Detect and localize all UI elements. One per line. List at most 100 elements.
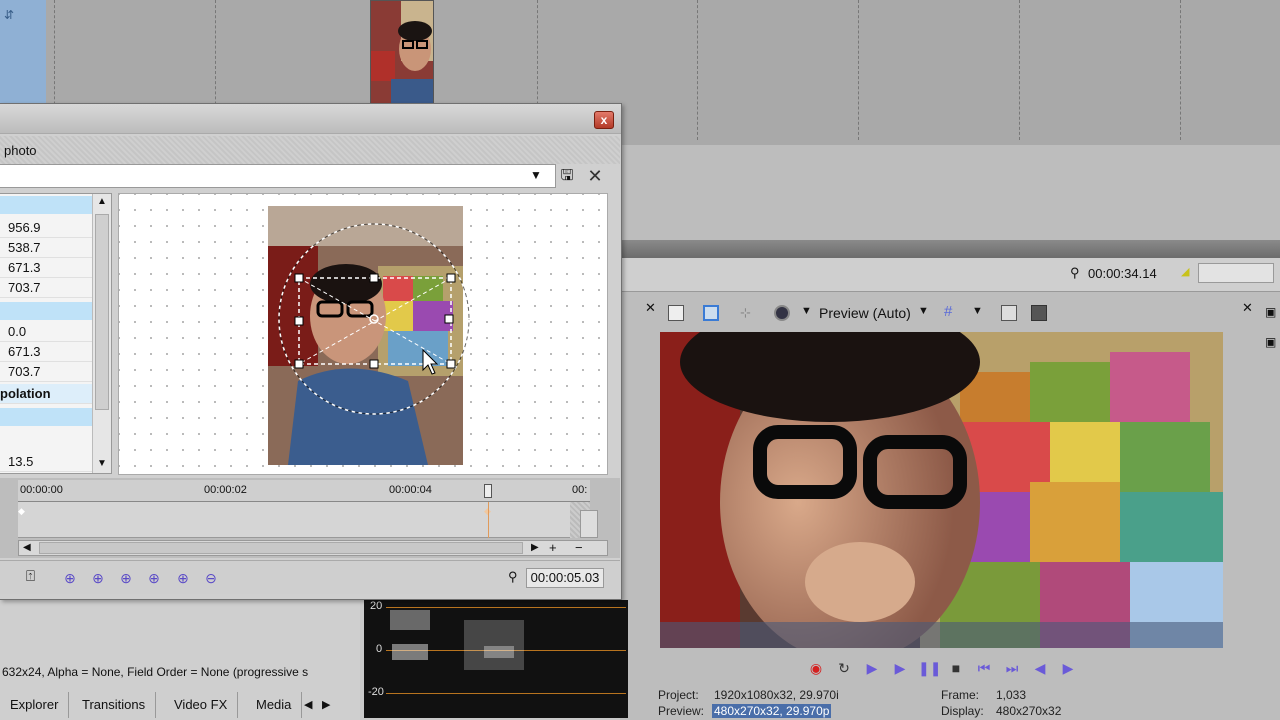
play-from-start-icon[interactable]: ▶ xyxy=(862,658,882,678)
pause-icon[interactable]: ❚❚ xyxy=(918,658,941,678)
property-value[interactable]: 538.7 xyxy=(0,238,92,258)
split-icon[interactable]: ⊹ xyxy=(740,305,756,321)
previous-frame-icon[interactable]: ◀ xyxy=(1030,658,1050,678)
grid-icon[interactable]: # xyxy=(944,304,960,321)
close-icon: ✕ xyxy=(587,166,603,186)
chevron-down-icon[interactable]: ▼ xyxy=(801,305,817,321)
play-icon[interactable]: ▶ xyxy=(890,658,910,678)
section-header-interpolation[interactable]: polation xyxy=(0,384,92,404)
tab-transitions[interactable]: Transitions xyxy=(72,692,157,718)
clip-thumbnail[interactable] xyxy=(370,0,434,104)
vertical-scrollbar[interactable] xyxy=(580,510,598,538)
last-keyframe-icon[interactable]: ⊕ xyxy=(145,569,163,587)
property-value[interactable]: 0.0 xyxy=(0,322,92,342)
display-label: Display: xyxy=(941,704,984,718)
copy-snapshot-icon[interactable] xyxy=(1001,305,1017,321)
section-header[interactable] xyxy=(0,196,92,214)
cursor-icon: ⚲ xyxy=(1070,265,1080,280)
marker-icon: ◢ xyxy=(1181,266,1190,278)
go-to-start-icon[interactable]: ⏮ xyxy=(974,658,994,678)
first-keyframe-icon[interactable]: ⊕ xyxy=(61,569,79,587)
chevron-down-icon[interactable]: ▼ xyxy=(918,305,934,321)
close-button[interactable]: x xyxy=(594,111,614,129)
next-frame-icon[interactable]: ▶ xyxy=(1058,658,1078,678)
add-keyframe-icon[interactable]: ⊕ xyxy=(174,569,192,587)
ruler-label: 00:00:04 xyxy=(389,484,432,496)
close-icon[interactable]: ✕ xyxy=(645,300,656,316)
tab-scroll-left-icon[interactable]: ◀ xyxy=(304,698,312,711)
section-header[interactable] xyxy=(0,302,92,320)
overlay-icon[interactable] xyxy=(774,305,790,321)
record-icon[interactable]: ◉ xyxy=(806,658,826,678)
transport-controls: ◉ ↻ ▶ ▶ ❚❚ ■ ⏮ ⏭ ◀ ▶ xyxy=(800,658,1100,680)
dialog-titlebar[interactable] xyxy=(0,104,621,134)
timeline-gridline xyxy=(1180,0,1181,140)
zoom-in-icon[interactable]: + xyxy=(549,540,557,555)
properties-scrollbar[interactable]: ▲ ▼ xyxy=(92,194,111,473)
stop-icon[interactable]: ■ xyxy=(946,658,966,678)
zoom-out-icon[interactable]: − xyxy=(575,540,583,555)
time-field[interactable] xyxy=(1198,263,1274,283)
scrollbar-thumb[interactable] xyxy=(95,214,109,410)
save-icon: 🖫 xyxy=(560,167,574,184)
fx-chain-header: photo xyxy=(0,136,620,164)
keyframe-marker-icon[interactable]: ◆ xyxy=(18,506,25,517)
property-value[interactable]: 703.7 xyxy=(0,278,92,298)
scroll-down-icon[interactable]: ▼ xyxy=(97,458,107,469)
preview-toolbar: ⊹ ▼ ▼ # ▼ xyxy=(660,300,1240,326)
frame-label: Frame: xyxy=(941,688,980,702)
next-keyframe-icon[interactable]: ⊕ xyxy=(117,569,135,587)
properties-icon[interactable]: ▣ xyxy=(1265,305,1276,319)
go-to-end-icon[interactable]: ⏭ xyxy=(1002,658,1022,678)
tab-scroll-right-icon[interactable]: ▶ xyxy=(322,698,330,711)
video-preview[interactable] xyxy=(660,332,1223,648)
scope-label: 20 xyxy=(370,600,383,612)
section-header[interactable] xyxy=(0,408,92,426)
dock-separator[interactable] xyxy=(620,240,1280,258)
monitor-icon[interactable] xyxy=(703,305,719,321)
previous-keyframe-icon[interactable]: ⊕ xyxy=(89,569,107,587)
playhead-handle[interactable] xyxy=(484,484,492,498)
tab-video-fx[interactable]: Video FX xyxy=(164,692,239,718)
tab-explorer[interactable]: Explorer xyxy=(0,692,70,718)
ruler-label: 00:00:02 xyxy=(204,484,247,496)
property-value[interactable]: 13.5 xyxy=(0,452,92,472)
preview-quality-dropdown[interactable]: Preview (Auto) xyxy=(819,305,911,321)
close-icon[interactable]: ✕ xyxy=(1242,300,1253,316)
fx-name[interactable]: photo xyxy=(4,143,37,158)
monitor-icon[interactable]: ▣ xyxy=(1265,335,1276,349)
chevron-down-icon[interactable]: ▼ xyxy=(530,168,542,182)
crop-workspace[interactable] xyxy=(118,193,608,475)
preset-dropdown[interactable]: ▼ xyxy=(0,164,556,188)
property-value[interactable]: 671.3 xyxy=(0,342,92,362)
delete-preset-button[interactable]: ✕ xyxy=(584,165,606,187)
scroll-up-icon[interactable]: ▲ xyxy=(97,196,107,207)
property-value[interactable]: 671.3 xyxy=(0,258,92,278)
preview-value: 480x270x32, 29.970p xyxy=(712,704,832,718)
property-value[interactable]: 956.9 xyxy=(0,218,92,238)
tab-media[interactable]: Media xyxy=(246,692,303,718)
save-snapshot-icon[interactable] xyxy=(1031,305,1047,321)
track-header[interactable]: ⇵ xyxy=(0,0,46,105)
scroll-right-icon[interactable]: ▶ xyxy=(531,542,539,553)
keyframe-toolbar: ⍐ ⊕ ⊕ ⊕ ⊕ ⊕ ⊖ ⚲ 00:00:05.03 xyxy=(0,560,620,594)
keyframe-track[interactable]: ◆ ◆ xyxy=(18,502,590,538)
delete-keyframe-icon[interactable]: ⊖ xyxy=(202,569,220,587)
dock-tabs: Explorer Transitions Video FX Media ◀ ▶ xyxy=(0,692,340,718)
keyframe-cursor-time[interactable]: 00:00:05.03 xyxy=(526,568,604,588)
chevron-down-icon[interactable]: ▼ xyxy=(972,305,988,321)
keyframe-scrollbar[interactable]: ◀ ▶ + − xyxy=(18,540,608,556)
scrollbar-thumb[interactable] xyxy=(39,542,523,554)
property-value[interactable]: 703.7 xyxy=(0,362,92,382)
scroll-left-icon[interactable]: ◀ xyxy=(23,542,31,553)
save-preset-button[interactable]: 🖫 xyxy=(556,165,578,187)
keyframe-ruler[interactable]: 00:00:00 00:00:02 00:00:04 00: xyxy=(18,480,590,502)
properties-icon[interactable] xyxy=(668,305,684,321)
sync-cursor-icon[interactable]: ⍐ xyxy=(26,568,35,585)
keyframe-controller: 00:00:00 00:00:02 00:00:04 00: ◆ ◆ ◀ ▶ +… xyxy=(0,478,620,558)
scope-label: -20 xyxy=(368,686,384,698)
frame-value: 1,033 xyxy=(996,688,1027,702)
loop-icon[interactable]: ↻ xyxy=(834,658,854,678)
crop-frame-overlay[interactable] xyxy=(119,194,609,476)
track-arrow-icon[interactable]: ⇵ xyxy=(4,8,14,22)
